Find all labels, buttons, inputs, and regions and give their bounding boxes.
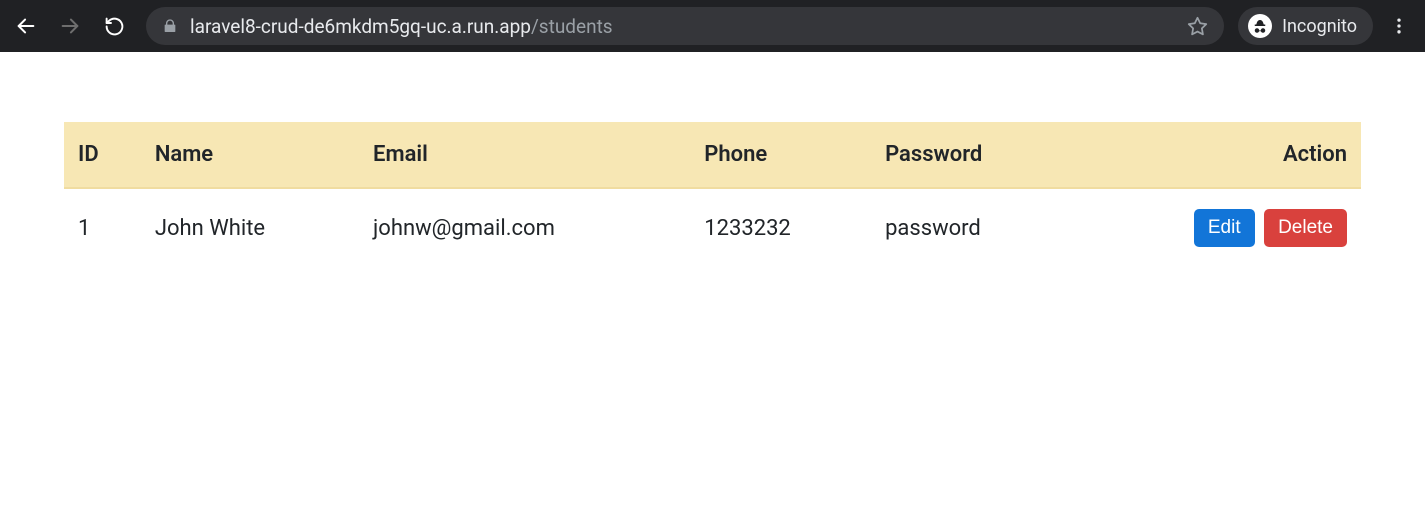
- col-password: Password: [871, 122, 1069, 188]
- cell-actions: Edit Delete: [1069, 188, 1361, 267]
- table-header-row: ID Name Email Phone Password Action: [64, 122, 1361, 188]
- url-host: laravel8-crud-de6mkdm5gq-uc.a.run.app: [190, 15, 531, 38]
- col-name: Name: [141, 122, 359, 188]
- browser-toolbar: laravel8-crud-de6mkdm5gq-uc.a.run.app/st…: [0, 0, 1425, 52]
- reload-button[interactable]: [96, 8, 132, 44]
- col-phone: Phone: [690, 122, 871, 188]
- col-id: ID: [64, 122, 141, 188]
- edit-button[interactable]: Edit: [1194, 209, 1255, 247]
- cell-password: password: [871, 188, 1069, 267]
- url-text: laravel8-crud-de6mkdm5gq-uc.a.run.app/st…: [190, 15, 1175, 38]
- incognito-indicator[interactable]: Incognito: [1238, 7, 1373, 45]
- cell-id: 1: [64, 188, 141, 267]
- col-email: Email: [359, 122, 690, 188]
- incognito-icon: [1248, 14, 1272, 38]
- lock-icon: [162, 18, 178, 34]
- url-path: /students: [531, 15, 613, 38]
- bookmark-star-icon[interactable]: [1187, 16, 1208, 37]
- cell-email: johnw@gmail.com: [359, 188, 690, 267]
- forward-button[interactable]: [52, 8, 88, 44]
- table-row: 1 John White johnw@gmail.com 1233232 pas…: [64, 188, 1361, 267]
- cell-name: John White: [141, 188, 359, 267]
- incognito-label: Incognito: [1282, 16, 1357, 37]
- back-button[interactable]: [8, 8, 44, 44]
- more-menu-button[interactable]: [1381, 8, 1417, 44]
- col-action: Action: [1069, 122, 1361, 188]
- address-bar[interactable]: laravel8-crud-de6mkdm5gq-uc.a.run.app/st…: [146, 7, 1224, 45]
- students-table: ID Name Email Phone Password Action 1 Jo…: [64, 122, 1361, 267]
- cell-phone: 1233232: [690, 188, 871, 267]
- delete-button[interactable]: Delete: [1264, 209, 1347, 247]
- page-content: ID Name Email Phone Password Action 1 Jo…: [0, 52, 1425, 267]
